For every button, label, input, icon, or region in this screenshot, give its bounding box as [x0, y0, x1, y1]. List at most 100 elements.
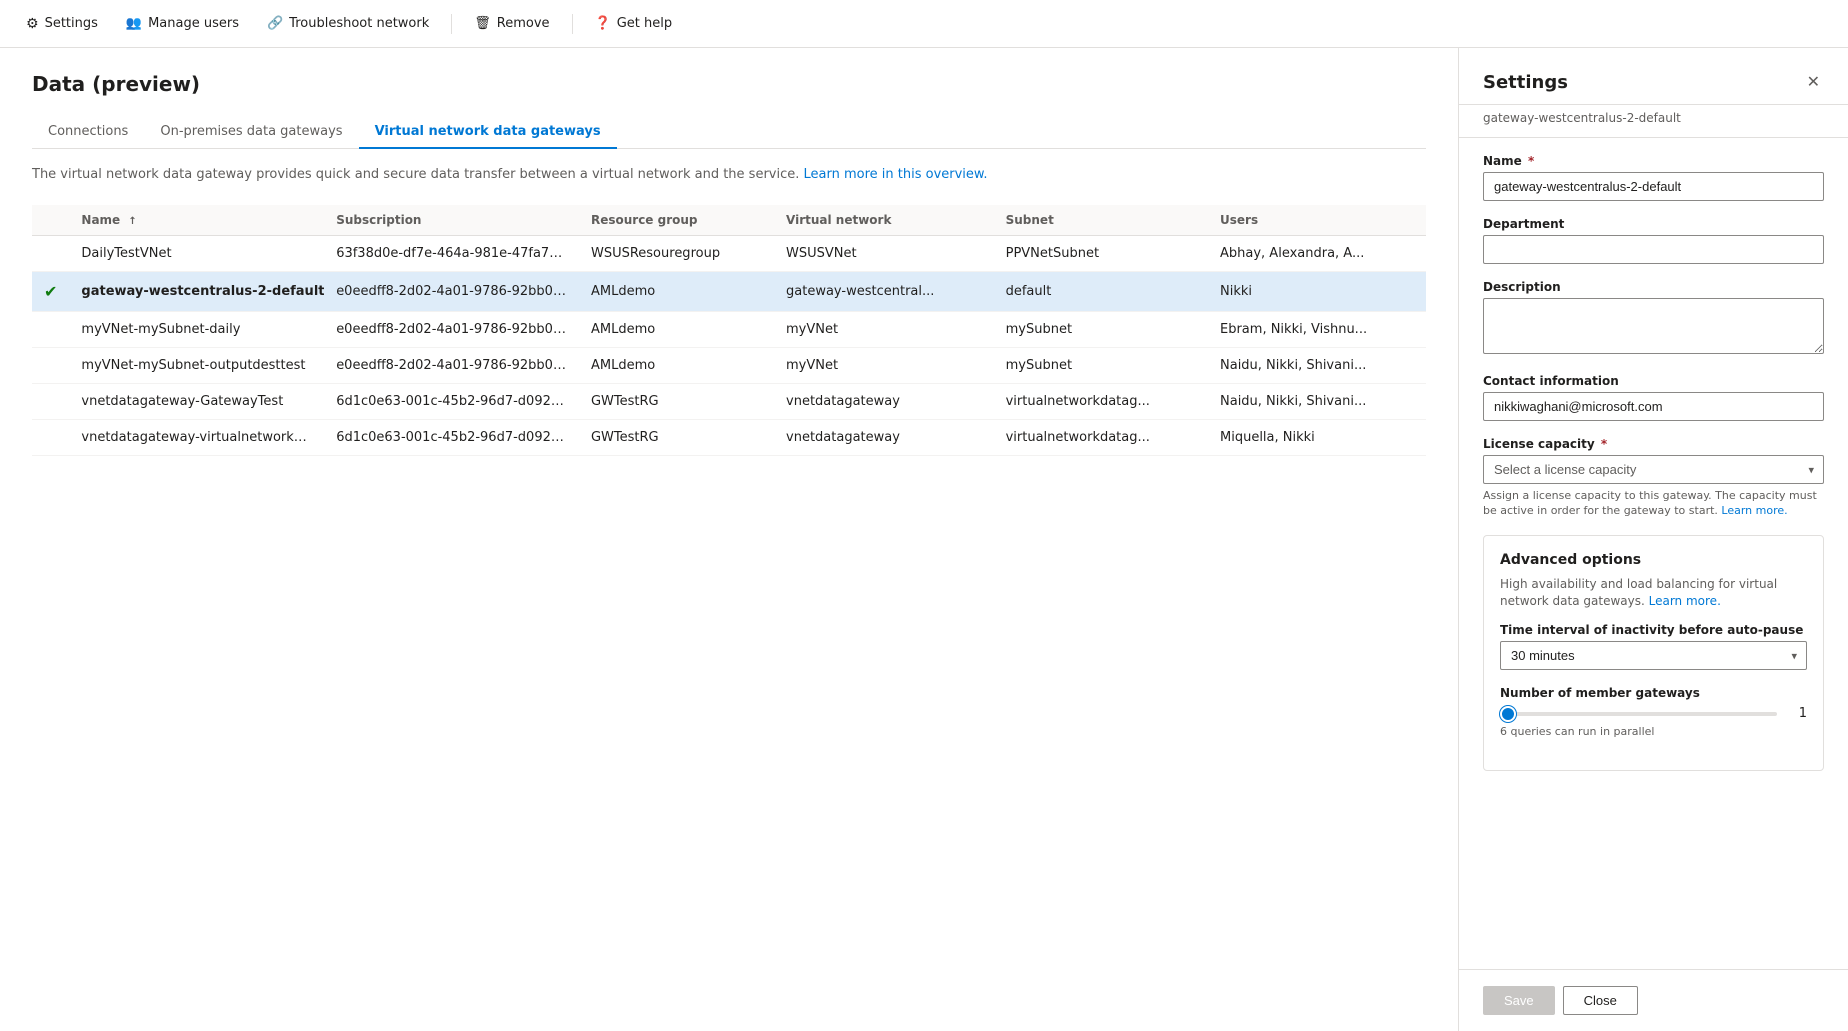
advanced-description: High availability and load balancing for… — [1500, 576, 1807, 610]
row-subscription: 63f38d0e-df7e-464a-981e-47fa78f30861 — [324, 235, 579, 271]
row-status — [32, 383, 69, 419]
page-title: Data (preview) — [32, 72, 1426, 96]
toolbar-settings-label: Settings — [45, 16, 98, 31]
users-icon — [126, 16, 142, 31]
time-select-wrapper: 5 minutes 10 minutes 15 minutes 30 minut… — [1500, 641, 1807, 670]
network-icon — [267, 16, 283, 31]
row-subnet: mySubnet — [994, 311, 1208, 347]
row-name: vnetdatagateway-virtualnetworkdata... — [69, 419, 324, 455]
name-input[interactable] — [1483, 172, 1824, 201]
col-name: Name ↑ — [69, 205, 324, 236]
panel-header: Settings ✕ — [1459, 48, 1848, 105]
toolbar: Settings Manage users Troubleshoot netwo… — [0, 0, 1848, 48]
description-label: Description — [1483, 280, 1824, 294]
toolbar-troubleshoot-network[interactable]: Troubleshoot network — [257, 10, 439, 37]
row-resource-group: GWTestRG — [579, 383, 774, 419]
license-select-wrapper: Select a license capacity ▾ — [1483, 455, 1824, 484]
row-subscription: 6d1c0e63-001c-45b2-96d7-d092e94c8... — [324, 419, 579, 455]
slider-row: 1 — [1500, 706, 1807, 721]
col-users: Users — [1208, 205, 1426, 236]
row-name: myVNet-mySubnet-daily — [69, 311, 324, 347]
panel-title: Settings — [1483, 72, 1568, 93]
close-panel-button[interactable]: ✕ — [1803, 68, 1824, 96]
toolbar-manage-users-label: Manage users — [148, 16, 239, 31]
gear-icon — [26, 16, 39, 32]
toolbar-settings[interactable]: Settings — [16, 10, 108, 38]
row-users: Naidu, Nikki, Shivani... — [1208, 383, 1426, 419]
toolbar-manage-users[interactable]: Manage users — [116, 10, 249, 37]
data-table: Name ↑ Subscription Resource group Virtu… — [32, 205, 1426, 456]
main-layout: Data (preview) Connections On-premises d… — [0, 48, 1848, 1031]
toolbar-get-help[interactable]: Get help — [585, 10, 683, 37]
row-users: Miquella, Nikki — [1208, 419, 1426, 455]
table-row[interactable]: myVNet-mySubnet-outputdestteste0eedff8-2… — [32, 347, 1426, 383]
department-input[interactable] — [1483, 235, 1824, 264]
name-required: * — [1528, 154, 1534, 168]
time-interval-group: Time interval of inactivity before auto-… — [1500, 623, 1807, 670]
department-field-group: Department — [1483, 217, 1824, 264]
row-name: myVNet-mySubnet-outputdesttest — [69, 347, 324, 383]
time-interval-select[interactable]: 5 minutes 10 minutes 15 minutes 30 minut… — [1500, 641, 1807, 670]
description-textarea[interactable] — [1483, 298, 1824, 354]
parallel-queries-text: 6 queries can run in parallel — [1500, 725, 1807, 738]
row-virtual-network: gateway-westcentral... — [774, 271, 994, 311]
col-resource-group: Resource group — [579, 205, 774, 236]
row-status — [32, 419, 69, 455]
contact-input[interactable] — [1483, 392, 1824, 421]
row-users: Abhay, Alexandra, A... — [1208, 235, 1426, 271]
save-button[interactable]: Save — [1483, 986, 1555, 1015]
table-row[interactable]: vnetdatagateway-virtualnetworkdata...6d1… — [32, 419, 1426, 455]
toolbar-separator-2 — [572, 14, 573, 34]
settings-panel: Settings ✕ gateway-westcentralus-2-defau… — [1458, 48, 1848, 1031]
row-subscription: e0eedff8-2d02-4a01-9786-92bb0e0cb... — [324, 347, 579, 383]
row-users: Nikki — [1208, 271, 1426, 311]
advanced-learn-more-link[interactable]: Learn more. — [1649, 594, 1721, 608]
table-row[interactable]: ✔ gateway-westcentralus-2-default ⚙ ··· … — [32, 271, 1426, 311]
col-status — [32, 205, 69, 236]
toolbar-remove[interactable]: Remove — [464, 10, 559, 37]
tab-virtual-network[interactable]: Virtual network data gateways — [359, 116, 617, 149]
row-users: Naidu, Nikki, Shivani... — [1208, 347, 1426, 383]
license-required: * — [1601, 437, 1607, 451]
row-name-text: gateway-westcentralus-2-default — [81, 284, 324, 299]
active-icon: ✔ — [44, 282, 57, 301]
table-row[interactable]: myVNet-mySubnet-dailye0eedff8-2d02-4a01-… — [32, 311, 1426, 347]
tab-connections[interactable]: Connections — [32, 116, 144, 149]
learn-more-link[interactable]: Learn more in this overview. — [804, 167, 988, 182]
row-subscription: e0eedff8-2d02-4a01-9786-92bb0e0cb... — [324, 271, 579, 311]
name-label: Name * — [1483, 154, 1824, 168]
member-gateways-group: Number of member gateways 1 6 queries ca… — [1500, 686, 1807, 738]
license-helper-text: Assign a license capacity to this gatewa… — [1483, 488, 1824, 519]
row-subnet: PPVNetSubnet — [994, 235, 1208, 271]
row-subscription: e0eedff8-2d02-4a01-9786-92bb0e0cb... — [324, 311, 579, 347]
row-resource-group: AMLdemo — [579, 271, 774, 311]
row-subnet: virtualnetworkdatag... — [994, 419, 1208, 455]
panel-subtitle: gateway-westcentralus-2-default — [1459, 105, 1848, 138]
advanced-options-box: Advanced options High availability and l… — [1483, 535, 1824, 772]
toolbar-remove-label: Remove — [497, 16, 550, 31]
row-virtual-network: vnetdatagateway — [774, 419, 994, 455]
row-resource-group: GWTestRG — [579, 419, 774, 455]
row-name: vnetdatagateway-GatewayTest — [69, 383, 324, 419]
table-row[interactable]: vnetdatagateway-GatewayTest6d1c0e63-001c… — [32, 383, 1426, 419]
license-learn-more-link[interactable]: Learn more. — [1721, 504, 1787, 517]
toolbar-troubleshoot-network-label: Troubleshoot network — [289, 16, 429, 31]
license-select[interactable]: Select a license capacity — [1483, 455, 1824, 484]
row-virtual-network: myVNet — [774, 347, 994, 383]
close-button[interactable]: Close — [1563, 986, 1638, 1015]
row-users: Ebram, Nikki, Vishnu... — [1208, 311, 1426, 347]
license-label: License capacity * — [1483, 437, 1824, 451]
toolbar-separator — [451, 14, 452, 34]
contact-label: Contact information — [1483, 374, 1824, 388]
row-resource-group: AMLdemo — [579, 347, 774, 383]
remove-icon — [474, 16, 491, 31]
row-subnet: default — [994, 271, 1208, 311]
table-row[interactable]: DailyTestVNet63f38d0e-df7e-464a-981e-47f… — [32, 235, 1426, 271]
name-field-group: Name * — [1483, 154, 1824, 201]
member-gateways-slider[interactable] — [1500, 712, 1777, 716]
tab-on-premises[interactable]: On-premises data gateways — [144, 116, 358, 149]
row-virtual-network: WSUSVNet — [774, 235, 994, 271]
help-icon — [595, 16, 611, 31]
left-panel: Data (preview) Connections On-premises d… — [0, 48, 1458, 1031]
table-header-row: Name ↑ Subscription Resource group Virtu… — [32, 205, 1426, 236]
